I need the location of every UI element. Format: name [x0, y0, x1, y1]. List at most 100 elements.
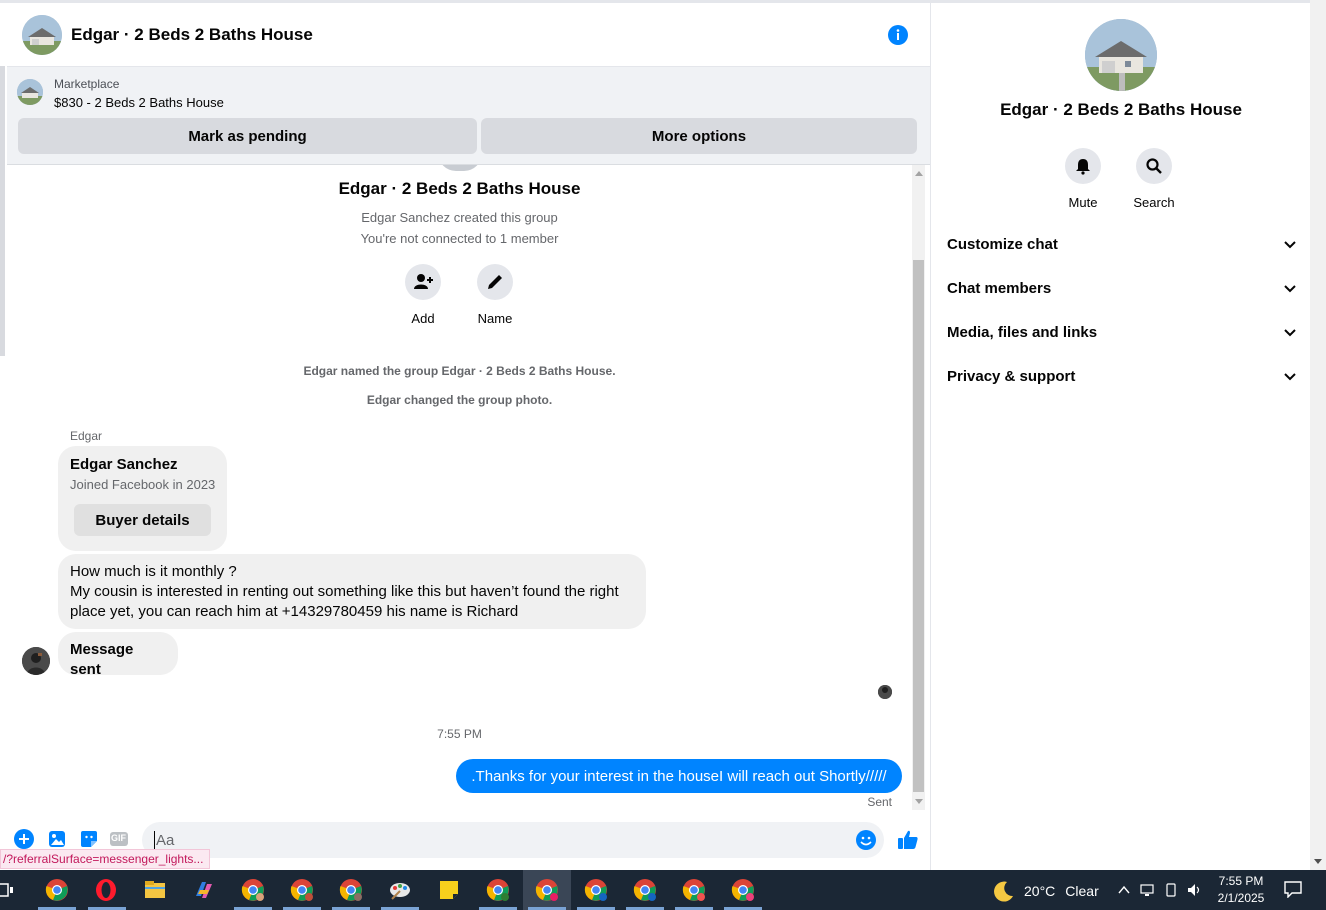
buyer-details-button[interactable]: Buyer details [74, 504, 211, 536]
message-bubble[interactable]: Message sent [58, 632, 178, 678]
chrome-profile-icon[interactable] [633, 878, 657, 902]
buyer-name: Edgar Sanchez [70, 456, 178, 473]
message-input[interactable]: Aa [142, 822, 884, 858]
message-line: How much is it monthly ? [70, 563, 237, 580]
chrome-profile-icon[interactable] [290, 878, 314, 902]
plus-icon[interactable] [14, 829, 34, 849]
gif-icon[interactable]: GIF [109, 829, 129, 849]
panel-title: Edgar · 2 Beds 2 Baths House [1000, 100, 1242, 119]
message-line: place yet, you can reach him at +1432978… [70, 603, 519, 620]
group-avatar-large [438, 165, 482, 171]
section-label: Media, files and links [947, 323, 1098, 341]
message-bubble[interactable]: How much is it monthly ? My cousin is in… [58, 554, 646, 629]
windows-taskbar: 20°C Clear 7:55 PM 2/1/2025 [0, 870, 1326, 910]
listing-thumbnail[interactable] [17, 79, 43, 105]
message-line: My cousin is interested in renting out s… [70, 583, 619, 600]
text-caret [154, 831, 155, 849]
mark-pending-button[interactable]: Mark as pending [18, 118, 477, 154]
group-avatar[interactable] [22, 14, 62, 55]
message-input-placeholder: Aa [156, 831, 175, 849]
chrome-profile-icon[interactable] [339, 878, 363, 902]
system-message-photo: Edgar changed the group photo. [366, 393, 553, 407]
emoji-icon[interactable] [856, 830, 876, 850]
pencil-icon [488, 275, 502, 289]
chrome-icon[interactable] [45, 878, 69, 902]
section-customize-chat[interactable]: Customize chat [947, 224, 1297, 264]
opera-icon[interactable] [94, 878, 118, 902]
marketplace-banner: Marketplace $830 - 2 Beds 2 Baths House … [7, 67, 930, 165]
chat-info-panel: Edgar · 2 Beds 2 Baths House Mute Search… [930, 3, 1310, 870]
sent-status: Sent [867, 795, 892, 809]
chrome-profile-icon[interactable] [584, 878, 608, 902]
section-media-files-links[interactable]: Media, files and links [947, 312, 1297, 352]
paint-icon[interactable] [388, 878, 412, 902]
chrome-work-profile-icon[interactable] [486, 878, 510, 902]
sender-avatar[interactable] [22, 647, 50, 675]
copilot-icon[interactable] [192, 878, 216, 902]
page-scrollbar[interactable] [1310, 0, 1326, 870]
section-label: Customize chat [947, 235, 1058, 253]
left-scroll-edge [0, 66, 5, 356]
system-message-named: Edgar named the group Edgar · 2 Beds 2 B… [303, 364, 616, 378]
chevron-down-icon [1284, 373, 1296, 381]
scroll-thumb[interactable] [913, 260, 924, 792]
seen-indicator-avatar [878, 685, 892, 699]
system-tray-icons[interactable] [1116, 882, 1206, 898]
taskbar-clock[interactable]: 7:55 PM 2/1/2025 [1212, 873, 1270, 907]
clock-date: 2/1/2025 [1217, 891, 1265, 905]
search-icon [1146, 158, 1162, 174]
mute-button[interactable]: Mute [1048, 148, 1118, 210]
section-chat-members[interactable]: Chat members [947, 268, 1297, 308]
gif-label: GIF [111, 833, 126, 843]
file-explorer-icon[interactable] [143, 878, 167, 902]
mute-label: Mute [1068, 195, 1098, 210]
scroll-down-arrow[interactable] [915, 799, 923, 804]
conversation-area: Edgar · 2 Beds 2 Baths House Edgar Sanch… [7, 165, 912, 810]
thumbs-up-icon[interactable] [896, 828, 920, 852]
status-url-tooltip: /?referralSurface=messenger_lights... [0, 849, 211, 869]
chat-header: Edgar · 2 Beds 2 Baths House [7, 3, 930, 67]
buyer-joined: Joined Facebook in 2023 [70, 477, 216, 492]
sender-name: Edgar [70, 429, 103, 443]
weather-temperature: 20°C [1024, 883, 1056, 899]
clock-time: 7:55 PM [1218, 874, 1264, 888]
more-options-button[interactable]: More options [481, 118, 917, 154]
scroll-up-arrow[interactable] [915, 171, 923, 176]
chrome-profile-icon[interactable] [731, 878, 755, 902]
group-created-text: Edgar Sanchez created this group [361, 210, 558, 225]
connection-text: You're not connected to 1 member [360, 231, 559, 246]
conversation-scrollbar[interactable] [912, 165, 925, 810]
add-member-button[interactable]: Add [393, 264, 453, 326]
add-label: Add [411, 311, 435, 326]
chat-title: Edgar · 2 Beds 2 Baths House [71, 24, 313, 44]
buyer-card: Edgar Sanchez Joined Facebook in 2023 Bu… [58, 446, 227, 551]
moon-icon [994, 881, 1013, 902]
weather-condition: Clear [1065, 883, 1099, 899]
section-label: Chat members [947, 279, 1052, 297]
group-title: Edgar · 2 Beds 2 Baths House [338, 179, 581, 198]
message-timestamp: 7:55 PM [437, 727, 482, 741]
page-scroll-down-arrow[interactable] [1314, 859, 1322, 864]
photo-icon[interactable] [47, 829, 67, 849]
chevron-down-icon [1284, 329, 1296, 337]
section-privacy-support[interactable]: Privacy & support [947, 356, 1297, 396]
chrome-profile-icon[interactable] [682, 878, 706, 902]
chevron-down-icon [1284, 285, 1296, 293]
marketplace-label: Marketplace [54, 77, 120, 91]
task-view-icon[interactable] [0, 878, 24, 902]
add-person-icon [414, 274, 433, 289]
weather-widget[interactable]: 20°C Clear [992, 879, 1099, 903]
notification-center-icon[interactable] [1284, 880, 1302, 898]
sticker-icon[interactable] [79, 829, 99, 849]
name-group-button[interactable]: Name [465, 264, 525, 326]
chrome-profile-icon[interactable] [241, 878, 265, 902]
name-label: Name [477, 311, 513, 326]
chrome-profile-icon[interactable] [535, 878, 559, 902]
search-button[interactable]: Search [1119, 148, 1189, 210]
outgoing-message-bubble[interactable]: .Thanks for your interest in the houseI … [456, 759, 902, 793]
info-icon[interactable] [888, 25, 908, 45]
sticky-notes-icon[interactable] [437, 878, 461, 902]
panel-group-avatar[interactable] [1085, 19, 1157, 91]
search-label: Search [1133, 195, 1175, 210]
listing-title[interactable]: $830 - 2 Beds 2 Baths House [54, 95, 224, 110]
